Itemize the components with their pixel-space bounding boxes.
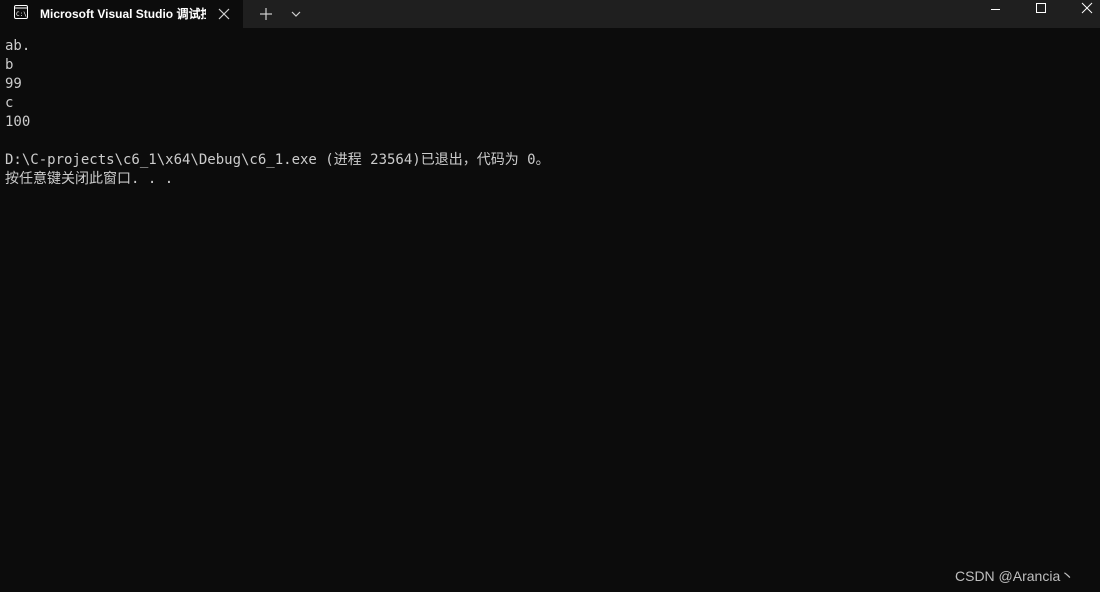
console-line: 99	[5, 76, 22, 92]
console-line: b	[5, 57, 14, 73]
console-line: D:\C-projects\c6_1\x64\Debug\c6_1.exe (进…	[5, 152, 550, 168]
title-bar[interactable]: C:\ Microsoft Visual Studio 调试控	[0, 0, 1100, 28]
console-line: ab.	[5, 38, 31, 54]
close-icon[interactable]	[1064, 0, 1100, 20]
svg-text:C:\: C:\	[16, 11, 27, 18]
chevron-down-icon[interactable]	[286, 4, 306, 24]
console-line: 100	[5, 114, 31, 130]
plus-icon[interactable]	[255, 4, 277, 24]
tab-debug-console[interactable]: C:\ Microsoft Visual Studio 调试控	[0, 0, 243, 28]
console-line: c	[5, 95, 14, 111]
tab-title: Microsoft Visual Studio 调试控	[40, 7, 206, 21]
terminal-window: C:\ Microsoft Visual Studio 调试控 ab. b 99…	[0, 0, 1100, 592]
csdn-watermark: CSDN @Arancia丶	[955, 568, 1075, 584]
console-icon: C:\	[14, 5, 28, 19]
maximize-icon[interactable]	[1018, 0, 1064, 20]
console-line: 按任意键关闭此窗口. . .	[5, 171, 174, 187]
minimize-icon[interactable]	[972, 0, 1018, 20]
close-icon[interactable]	[214, 4, 234, 24]
console-output[interactable]: ab. b 99 c 100 D:\C-projects\c6_1\x64\De…	[5, 37, 1095, 537]
